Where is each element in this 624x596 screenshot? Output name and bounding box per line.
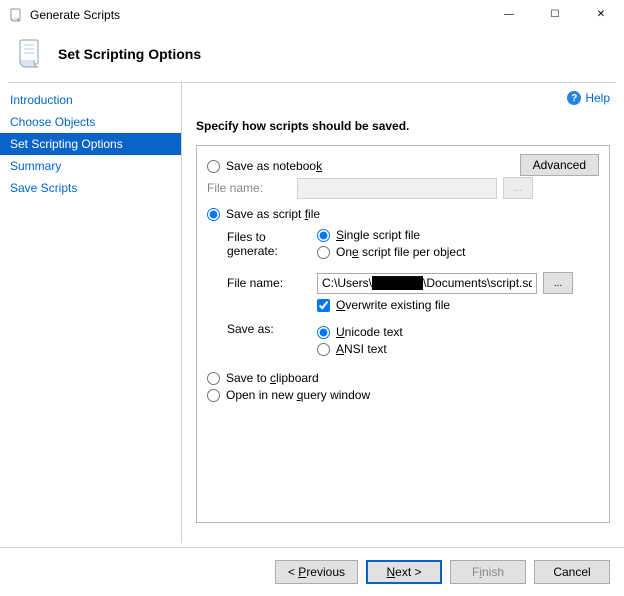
unicode-text-label[interactable]: Unicode text (336, 325, 403, 339)
main-panel: ? Help Specify how scripts should be sav… (182, 83, 624, 543)
script-icon (8, 7, 24, 23)
single-script-file-radio[interactable] (317, 229, 330, 242)
notebook-browse-button: ... (503, 177, 533, 199)
sidebar-item-set-scripting-options[interactable]: Set Scripting Options (0, 133, 181, 155)
page-title: Set Scripting Options (58, 46, 201, 62)
options-panel: Advanced Save as notebook File name: ...… (196, 145, 610, 523)
window-title: Generate Scripts (30, 8, 486, 22)
sidebar-item-summary[interactable]: Summary (0, 155, 181, 177)
maximize-button[interactable]: ☐ (532, 0, 578, 30)
overwrite-checkbox[interactable] (317, 299, 330, 312)
sidebar-item-choose-objects[interactable]: Choose Objects (0, 111, 181, 133)
cancel-button[interactable]: Cancel (534, 560, 610, 584)
files-to-generate-label: Files to generate: (227, 230, 317, 258)
ansi-text-radio[interactable] (317, 343, 330, 356)
script-filename-label: File name: (227, 276, 317, 290)
sidebar-item-introduction[interactable]: Introduction (0, 89, 181, 111)
overwrite-label[interactable]: Overwrite existing file (336, 298, 450, 312)
save-as-label: Save as: (227, 322, 317, 336)
instruction-text: Specify how scripts should be saved. (196, 119, 610, 133)
notebook-filename-input (297, 178, 497, 199)
open-in-new-query-radio[interactable] (207, 389, 220, 402)
script-large-icon (12, 36, 48, 72)
previous-button[interactable]: < Previous (275, 560, 358, 584)
notebook-filename-label: File name: (207, 181, 297, 195)
unicode-text-radio[interactable] (317, 326, 330, 339)
save-as-script-file-label[interactable]: Save as script file (226, 207, 320, 221)
open-in-new-query-label[interactable]: Open in new query window (226, 388, 370, 402)
save-to-clipboard-radio[interactable] (207, 372, 220, 385)
save-as-notebook-radio[interactable] (207, 160, 220, 173)
help-label: Help (585, 91, 610, 105)
save-to-clipboard-label[interactable]: Save to clipboard (226, 371, 319, 385)
script-filename-input[interactable] (317, 273, 537, 294)
ansi-text-label[interactable]: ANSI text (336, 342, 387, 356)
one-file-per-object-radio[interactable] (317, 246, 330, 259)
next-button[interactable]: Next > (366, 560, 442, 584)
advanced-button[interactable]: Advanced (520, 154, 599, 176)
single-script-file-label[interactable]: Single script file (336, 228, 420, 242)
save-as-script-file-radio[interactable] (207, 208, 220, 221)
minimize-button[interactable]: — (486, 0, 532, 30)
help-link[interactable]: ? Help (567, 91, 610, 105)
wizard-sidebar: Introduction Choose Objects Set Scriptin… (0, 83, 182, 543)
title-bar: Generate Scripts — ☐ ✕ (0, 0, 624, 30)
save-as-notebook-label[interactable]: Save as notebook (226, 159, 322, 173)
wizard-footer: < Previous Next > Finish Cancel (0, 547, 624, 596)
one-file-per-object-label[interactable]: One script file per object (336, 245, 465, 259)
sidebar-item-save-scripts[interactable]: Save Scripts (0, 177, 181, 199)
finish-button: Finish (450, 560, 526, 584)
close-button[interactable]: ✕ (578, 0, 624, 30)
help-icon: ? (567, 91, 581, 105)
script-browse-button[interactable]: ... (543, 272, 573, 294)
page-header: Set Scripting Options (0, 30, 624, 82)
